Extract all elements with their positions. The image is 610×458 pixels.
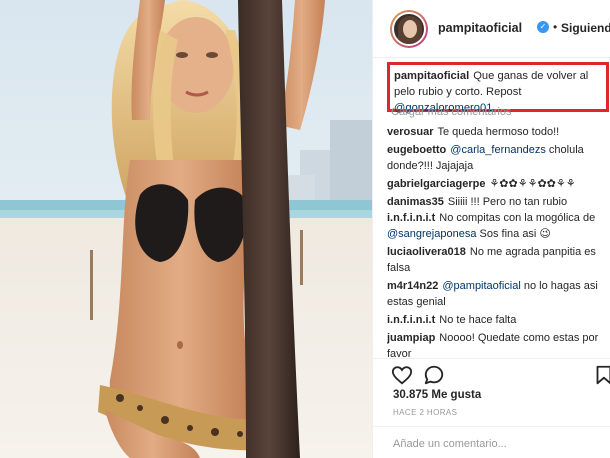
caption-username[interactable]: pampitaoficial — [394, 70, 469, 82]
comment-username[interactable]: luciaolivera018 — [387, 246, 466, 258]
beach-photo-illustration — [0, 0, 372, 458]
comment-item: gabrielgarciagerpe ⚘✿✿⚘⚘✿✿⚘⚘ — [387, 176, 609, 192]
post-photo[interactable] — [0, 0, 372, 458]
comment-item: i.n.f.i.n.i.t No compitas con la mogólica… — [387, 210, 609, 242]
post-header: pampitaoficial ✓ • Siguiendo — [373, 0, 610, 58]
comment-username[interactable]: eugeboetto — [387, 144, 446, 156]
bookmark-icon[interactable] — [595, 364, 610, 386]
header-separator: • — [553, 20, 558, 34]
avatar-image — [392, 12, 426, 46]
comment-username[interactable]: juampiap — [387, 332, 435, 344]
comment-username[interactable]: verosuar — [387, 126, 433, 138]
comment-text: No te hace falta — [439, 314, 517, 326]
comment-item: juampiap Noooo! Quedate como estas por fa… — [387, 330, 609, 360]
verified-badge-icon: ✓ — [537, 21, 549, 33]
comment-username[interactable]: i.n.f.i.n.i.t — [387, 212, 435, 224]
comment-item: danimas35 Siiiii !!! Pero no tan rubio — [387, 194, 609, 210]
comment-text: Siiiii !!! Pero no tan rubio — [447, 196, 568, 208]
author-avatar[interactable] — [390, 10, 428, 48]
comment-mention[interactable]: @sangrejaponesa — [387, 228, 476, 240]
post-timestamp[interactable]: HACE 2 HORAS — [393, 408, 457, 417]
comment-text-end: Sos fina asi 😉 — [479, 228, 551, 240]
comment-item: luciaolivera018 No me agrada panpitia es … — [387, 244, 609, 276]
following-button[interactable]: Siguiendo — [561, 21, 610, 35]
add-comment-input[interactable] — [393, 436, 593, 452]
post-actions-bar — [373, 358, 610, 388]
comment-username[interactable]: gabrielgarciagerpe — [387, 178, 485, 190]
author-username[interactable]: pampitaoficial — [438, 21, 522, 35]
comment-item: i.n.f.i.n.i.t No te hace falta — [387, 312, 609, 328]
comment-text: ⚘✿✿⚘⚘✿✿⚘⚘ — [489, 178, 576, 190]
comment-mention[interactable]: @pampitaoficial — [442, 280, 520, 292]
comment-username[interactable]: m4r14n22 — [387, 280, 438, 292]
comment-item: verosuar Te queda hermoso todo!! — [387, 124, 609, 140]
comment-icon[interactable] — [423, 364, 445, 386]
comment-text: No compitas con la mogólica de — [439, 212, 596, 224]
comment-mention[interactable]: @carla_fernandezs — [450, 144, 546, 156]
comment-item: m4r14n22 @pampitaoficial no lo hagas asi … — [387, 278, 609, 310]
add-comment-bar — [373, 426, 610, 458]
likes-count[interactable]: 30.875 Me gusta — [393, 389, 481, 401]
comment-item: eugeboetto @carla_fernandezs cholula dond… — [387, 142, 609, 174]
load-more-comments[interactable]: Cargar más comentarios — [391, 106, 511, 118]
comments-list[interactable]: pampitaoficial Que ganas de volver al pel… — [387, 58, 609, 360]
caption-highlight: pampitaoficial Que ganas de volver al pel… — [387, 62, 609, 114]
comment-username[interactable]: danimas35 — [387, 196, 444, 208]
comment-text: Te queda hermoso todo!! — [437, 126, 560, 138]
heart-icon[interactable] — [391, 364, 413, 386]
post-side-panel: pampitaoficial ✓ • Siguiendo pampitaofic… — [372, 0, 610, 458]
comment-username[interactable]: i.n.f.i.n.i.t — [387, 314, 435, 326]
